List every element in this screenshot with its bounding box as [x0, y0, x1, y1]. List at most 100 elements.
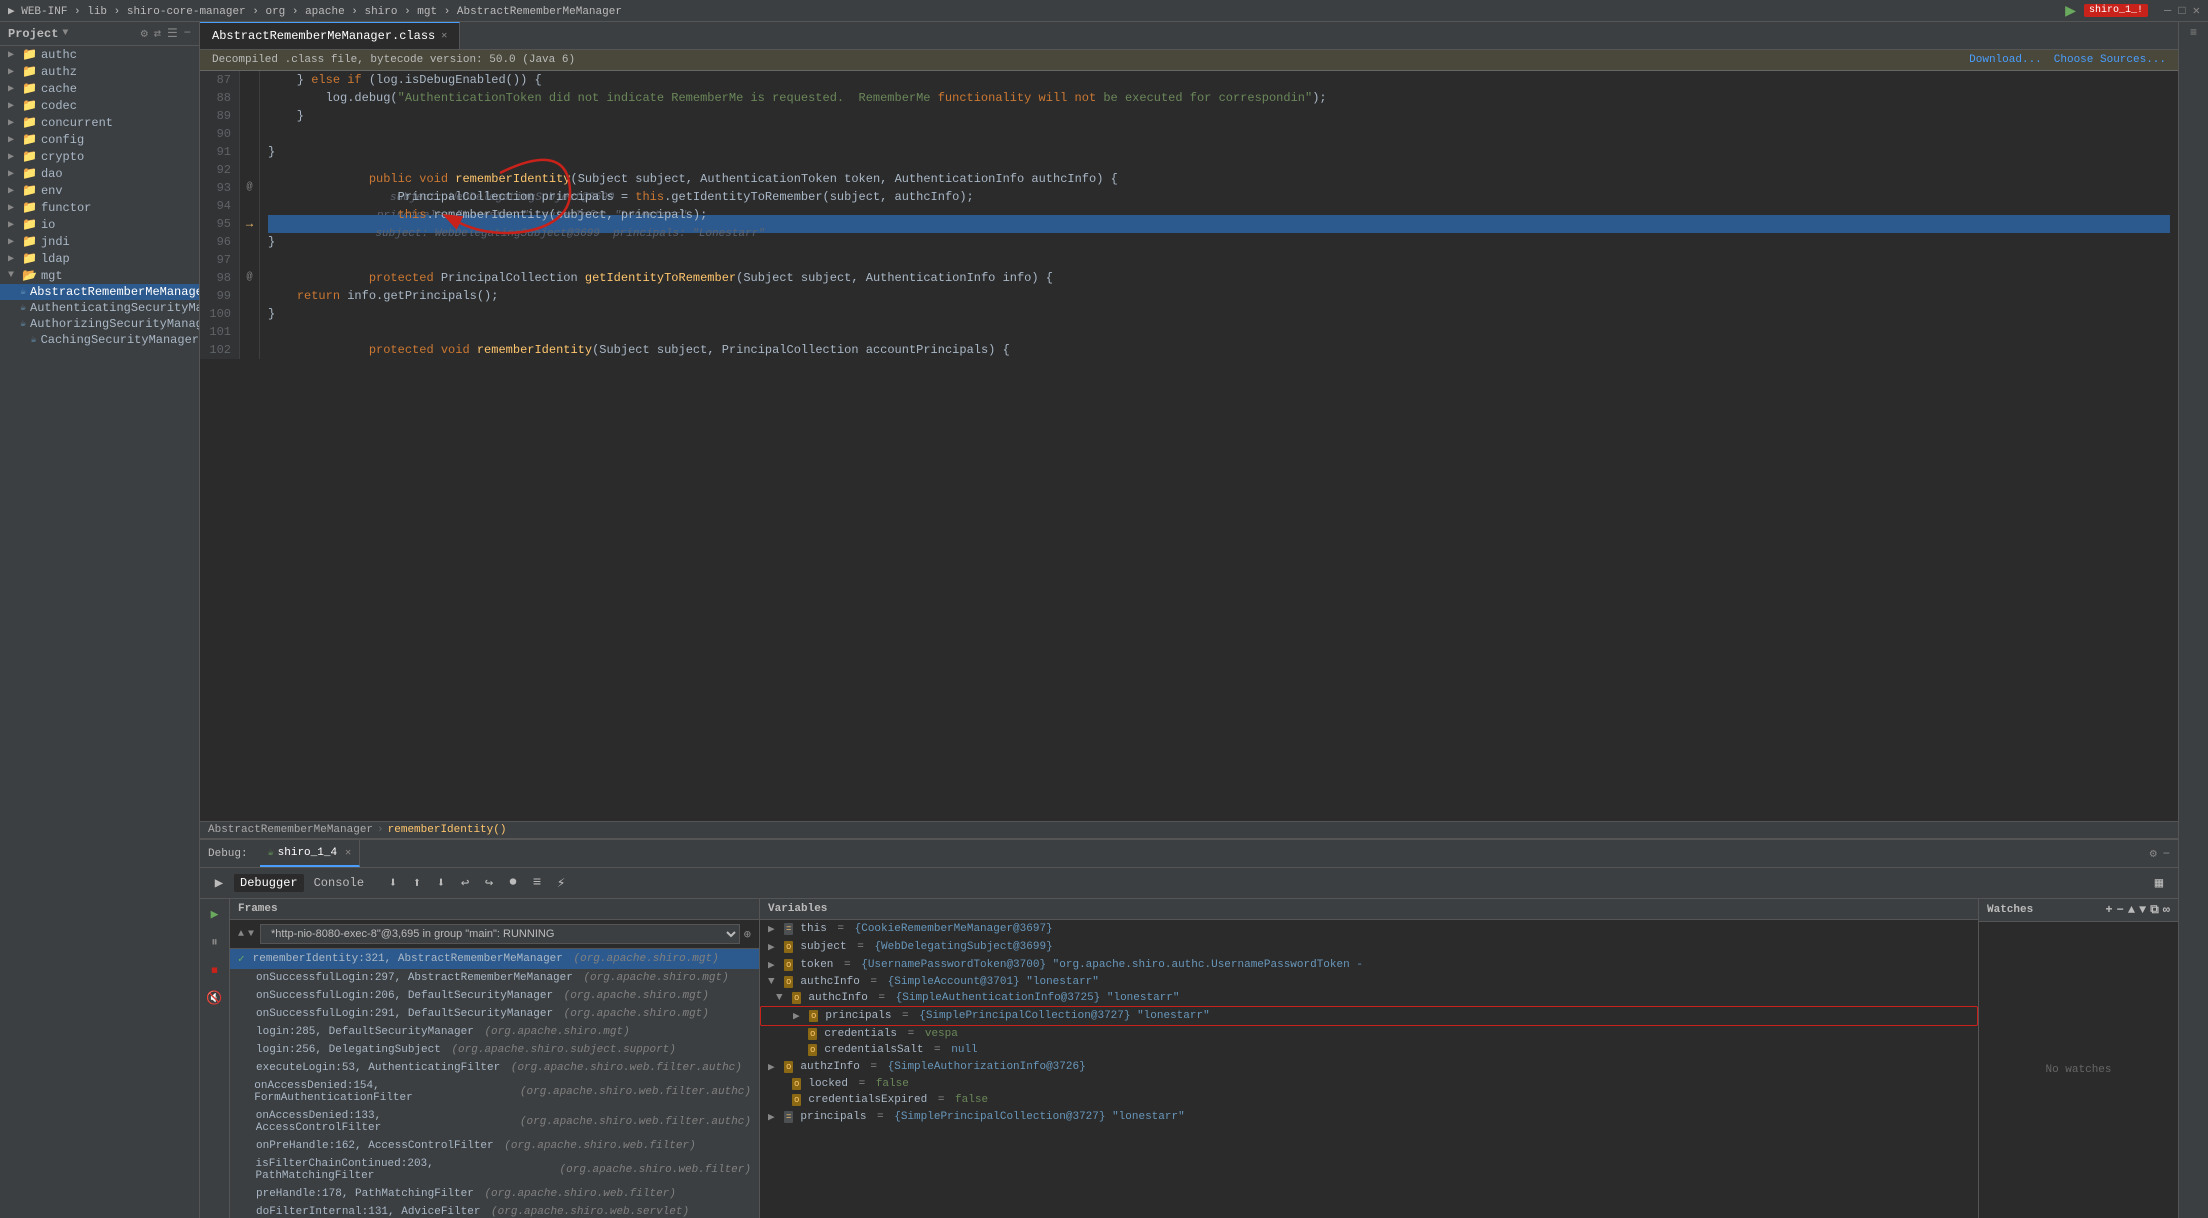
play-button[interactable]: ▶	[204, 903, 226, 925]
expand-icon[interactable]: ▶	[768, 1110, 780, 1124]
sidebar-layout-icon[interactable]: ⇄	[154, 26, 161, 41]
expand-icon[interactable]: ▼	[776, 992, 788, 1004]
code-editor[interactable]: 87 88 89 90 91 92 93 94 95 96 97 98 99 1…	[200, 71, 2178, 821]
var-principals-selected[interactable]: ▶ o principals = {SimplePrincipalCollect…	[760, 1006, 1978, 1026]
add-watch-button[interactable]: +	[2105, 903, 2112, 917]
sidebar-gear-icon[interactable]: ⚙	[141, 26, 148, 41]
frame-item[interactable]: login:285, DefaultSecurityManager (org.a…	[230, 1023, 759, 1041]
arrow-icon: ▼	[8, 270, 22, 281]
var-this[interactable]: ▶ = this = {CookieRememberMeManager@3697…	[760, 920, 1978, 938]
copy-watch-button[interactable]: ⧉	[2150, 903, 2159, 917]
editor-tab-abstract[interactable]: AbstractRememberMeManager.class ✕	[200, 22, 460, 49]
sidebar-item-authz[interactable]: ▶ 📁 authz	[0, 63, 199, 80]
frame-item[interactable]: executeLogin:53, AuthenticatingFilter (o…	[230, 1059, 759, 1077]
var-locked[interactable]: o locked = false	[760, 1076, 1978, 1092]
tab-debugger[interactable]: Debugger	[234, 874, 304, 892]
breakpoints-button[interactable]: ⏺	[502, 872, 524, 894]
sidebar-item-config[interactable]: ▶ 📁 config	[0, 131, 199, 148]
frame-item[interactable]: onAccessDenied:133, AccessControlFilter …	[230, 1107, 759, 1137]
sidebar-item-codec[interactable]: ▶ 📁 codec	[0, 97, 199, 114]
sidebar-dropdown-icon[interactable]: ▼	[62, 28, 68, 39]
var-credentials-salt[interactable]: o credentialsSalt = null	[760, 1042, 1978, 1058]
sidebar-item-authc[interactable]: ▶ 📁 authc	[0, 46, 199, 63]
sidebar-item-authorizing-security[interactable]: ☕ AuthorizingSecurityManager	[0, 316, 199, 332]
stop-button[interactable]: ⏹	[204, 959, 226, 981]
infinity-watch-button[interactable]: ∞	[2163, 903, 2170, 917]
var-authcinfo[interactable]: ▼ o authcInfo = {SimpleAccount@3701} "lo…	[760, 974, 1978, 990]
sidebar-item-caching-security[interactable]: ☕ CachingSecurityManager	[0, 332, 199, 348]
step-out-button[interactable]: ⬇	[430, 872, 452, 894]
run-to-cursor-button[interactable]: ↩	[454, 872, 476, 894]
window-controls: ─ □ ✕	[2164, 3, 2200, 18]
sidebar-item-io[interactable]: ▶ 📁 io	[0, 216, 199, 233]
debug-minimize-icon[interactable]: −	[2163, 847, 2170, 861]
expand-icon[interactable]: ▶	[768, 940, 780, 954]
debug-settings-icon[interactable]: ⚙	[2150, 846, 2157, 861]
down-watch-button[interactable]: ▼	[2139, 903, 2146, 917]
sidebar-item-env[interactable]: ▶ 📁 env	[0, 182, 199, 199]
frame-item[interactable]: onSuccessfulLogin:297, AbstractRememberM…	[230, 969, 759, 987]
threads-button[interactable]: ⚡	[550, 872, 572, 894]
arrow-icon: ▶	[8, 117, 22, 129]
folder-icon: 📁	[22, 81, 37, 96]
frame-item[interactable]: doFilterInternal:131, AdviceFilter (org.…	[230, 1203, 759, 1218]
sidebar-item-cache[interactable]: ▶ 📁 cache	[0, 80, 199, 97]
var-subject[interactable]: ▶ o subject = {WebDelegatingSubject@3699…	[760, 938, 1978, 956]
sidebar-close-icon[interactable]: −	[184, 26, 191, 41]
frame-item[interactable]: login:256, DelegatingSubject (org.apache…	[230, 1041, 759, 1059]
arrow-icon: ▶	[8, 134, 22, 146]
sidebar-item-crypto[interactable]: ▶ 📁 crypto	[0, 148, 199, 165]
frame-item[interactable]: isFilterChainContinued:203, PathMatching…	[230, 1155, 759, 1185]
pause-button[interactable]: ⏸	[204, 931, 226, 953]
var-icon: o	[784, 941, 793, 953]
debug-session-close[interactable]: ✕	[345, 847, 351, 859]
sidebar-item-concurrent[interactable]: ▶ 📁 concurrent	[0, 114, 199, 131]
thread-down-icon[interactable]: ▼	[248, 929, 254, 940]
var-authzinfo[interactable]: ▶ o authzInfo = {SimpleAuthorizationInfo…	[760, 1058, 1978, 1076]
tab-close-icon[interactable]: ✕	[441, 30, 447, 42]
remove-watch-button[interactable]: −	[2117, 903, 2124, 917]
expand-icon[interactable]: ▶	[768, 1060, 780, 1074]
frame-item[interactable]: onSuccessfulLogin:206, DefaultSecurityMa…	[230, 987, 759, 1005]
expand-icon[interactable]: ▶	[768, 922, 780, 936]
choose-sources-link[interactable]: Choose Sources...	[2054, 54, 2166, 66]
var-token[interactable]: ▶ o token = {UsernamePasswordToken@3700}…	[760, 956, 1978, 974]
expand-icon[interactable]: ▶	[793, 1009, 805, 1023]
sidebar-item-abstract-remember[interactable]: ☕ AbstractRememberMeManager	[0, 284, 199, 300]
folder-icon: 📁	[22, 234, 37, 249]
evaluate-button[interactable]: ↪	[478, 872, 500, 894]
frames-button[interactable]: ≡	[526, 872, 548, 894]
sidebar-item-jndi[interactable]: ▶ 📁 jndi	[0, 233, 199, 250]
sidebar-item-mgt[interactable]: ▼ 📂 mgt	[0, 267, 199, 284]
var-principals-root[interactable]: ▶ = principals = {SimplePrincipalCollect…	[760, 1108, 1978, 1126]
thread-filter-icon[interactable]: ⊕	[744, 927, 751, 942]
up-watch-button[interactable]: ▲	[2128, 903, 2135, 917]
step-into-button[interactable]: ⬆	[406, 872, 428, 894]
sidebar-right-icon[interactable]: ≡	[2186, 22, 2201, 44]
frame-item[interactable]: onPreHandle:162, AccessControlFilter (or…	[230, 1137, 759, 1155]
layout-icon[interactable]: ▦	[2148, 872, 2170, 894]
download-link[interactable]: Download...	[1969, 54, 2042, 66]
sidebar-item-functor[interactable]: ▶ 📁 functor	[0, 199, 199, 216]
frame-item[interactable]: onAccessDenied:154, FormAuthenticationFi…	[230, 1077, 759, 1107]
gutter-line	[240, 251, 259, 269]
expand-icon[interactable]: ▼	[768, 976, 780, 988]
thread-dropdown[interactable]: *http-nio-8080-exec-8"@3,695 in group "m…	[260, 924, 740, 944]
mute-button[interactable]: 🔇	[204, 987, 226, 1009]
step-over-button[interactable]: ⬇	[382, 872, 404, 894]
sidebar-item-authenticating-security[interactable]: ☕ AuthenticatingSecurityManager	[0, 300, 199, 316]
tab-console[interactable]: Console	[308, 874, 370, 892]
frame-item[interactable]: onSuccessfulLogin:291, DefaultSecurityMa…	[230, 1005, 759, 1023]
resume-button[interactable]: ▶	[208, 872, 230, 894]
var-credentials[interactable]: o credentials = vespa	[760, 1026, 1978, 1042]
sidebar-item-dao[interactable]: ▶ 📁 dao	[0, 165, 199, 182]
debug-session-tab[interactable]: ☕ shiro_1_4 ✕	[260, 840, 360, 867]
thread-up-icon[interactable]: ▲	[238, 929, 244, 940]
frame-item[interactable]: ✓ rememberIdentity:321, AbstractRemember…	[230, 949, 759, 969]
frame-item[interactable]: preHandle:178, PathMatchingFilter (org.a…	[230, 1185, 759, 1203]
var-authcinfo-child[interactable]: ▼ o authcInfo = {SimpleAuthenticationInf…	[760, 990, 1978, 1006]
expand-icon[interactable]: ▶	[768, 958, 780, 972]
sidebar-settings-icon[interactable]: ☰	[167, 26, 178, 41]
sidebar-item-ldap[interactable]: ▶ 📁 ldap	[0, 250, 199, 267]
var-credentials-expired[interactable]: o credentialsExpired = false	[760, 1092, 1978, 1108]
